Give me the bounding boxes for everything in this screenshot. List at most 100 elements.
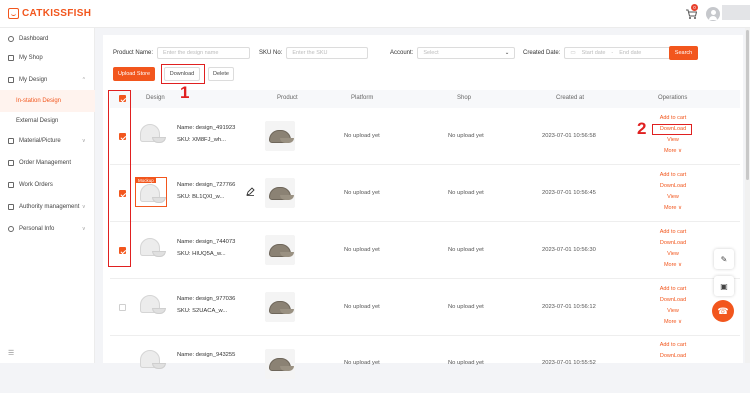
- platform-cell: No upload yet: [344, 133, 380, 139]
- download-link[interactable]: DownLoad: [653, 238, 693, 249]
- upload-store-button[interactable]: Upload Store: [113, 67, 155, 81]
- end-date-input[interactable]: End date: [619, 50, 641, 56]
- start-date-input[interactable]: Start date: [582, 50, 606, 56]
- more-link[interactable]: More ∨: [653, 203, 693, 214]
- avatar[interactable]: [706, 7, 720, 21]
- product-name-input[interactable]: Enter the design name: [157, 47, 251, 59]
- view-link[interactable]: View: [653, 306, 693, 317]
- shop-cell: No upload yet: [448, 133, 484, 139]
- table-row: Name: design_744073 SKU: HIUQ5A_w... No …: [110, 222, 740, 279]
- design-sku: SKU: S2UACA_w...: [177, 308, 228, 314]
- mockup-thumbnail[interactable]: Mockup: [135, 177, 167, 207]
- clock-icon: [8, 36, 14, 42]
- sidebar-item-authority-management[interactable]: Authority management v: [0, 196, 95, 218]
- design-name: Name: design_977036: [177, 296, 236, 302]
- sidebar-item-external-design[interactable]: External Design: [0, 110, 95, 132]
- calendar-icon: ▭: [570, 50, 576, 56]
- design-icon: [8, 77, 14, 83]
- sidebar: Dashboard My Shop My Design ^ In-station …: [0, 28, 95, 363]
- shop-cell: No upload yet: [448, 247, 484, 253]
- collapse-menu-icon[interactable]: ☰: [8, 349, 14, 357]
- lock-icon: [8, 204, 14, 210]
- sidebar-item-material-picture[interactable]: Material/Picture v: [0, 130, 95, 152]
- sku-label: SKU No:: [259, 50, 283, 56]
- table-row: Mockup Name: design_727766 SKU: BL1QXI_w…: [110, 165, 740, 222]
- col-design: Design: [146, 95, 165, 101]
- username-box[interactable]: [722, 5, 750, 20]
- more-link[interactable]: More ∨: [653, 146, 693, 157]
- add-to-cart-link[interactable]: Add to cart: [653, 227, 693, 238]
- delete-button[interactable]: Delete: [208, 67, 234, 81]
- design-thumbnail[interactable]: [138, 350, 166, 374]
- design-thumbnail[interactable]: [138, 124, 166, 148]
- view-link[interactable]: View: [653, 192, 693, 203]
- sidebar-item-label: My Design: [19, 77, 48, 83]
- sidebar-item-work-orders[interactable]: Work Orders: [0, 174, 95, 196]
- support-chat-icon[interactable]: ☎: [712, 300, 734, 322]
- add-to-cart-link[interactable]: Add to cart: [653, 113, 693, 124]
- row-operations: Add to cart DownLoad View More ∨: [653, 284, 693, 328]
- search-button[interactable]: Search: [669, 46, 698, 60]
- order-icon: [8, 160, 14, 166]
- image-icon: [8, 138, 14, 144]
- sidebar-item-label: In-station Design: [16, 98, 62, 104]
- sidebar-item-my-design[interactable]: My Design ^: [0, 69, 95, 91]
- clipboard-tool-icon[interactable]: ▣: [714, 276, 734, 296]
- chevron-down-icon: v: [82, 204, 86, 210]
- download-link[interactable]: DownLoad: [653, 295, 693, 306]
- platform-cell: No upload yet: [344, 360, 380, 366]
- shop-cell: No upload yet: [448, 360, 484, 366]
- platform-cell: No upload yet: [344, 304, 380, 310]
- scrollbar-thumb[interactable]: [746, 30, 749, 180]
- sidebar-item-order-management[interactable]: Order Management: [0, 152, 95, 174]
- brand-logo[interactable]: CATKISSFISH: [8, 8, 91, 19]
- download-link[interactable]: DownLoad: [653, 181, 693, 192]
- created-at-cell: 2023-07-01 10:56:30: [542, 247, 596, 253]
- top-bar: CATKISSFISH 0: [0, 0, 750, 28]
- sidebar-item-label: My Shop: [19, 55, 43, 61]
- created-date-label: Created Date:: [523, 50, 561, 56]
- annotation-box-row-download: [652, 124, 692, 135]
- sidebar-item-label: Personal Info: [19, 226, 55, 232]
- product-thumbnail: [265, 178, 295, 208]
- sidebar-item-label: Order Management: [19, 160, 72, 166]
- sidebar-item-label: External Design: [16, 118, 59, 124]
- col-shop: Shop: [457, 95, 472, 101]
- annotation-number-2: 2: [637, 119, 647, 138]
- design-thumbnail[interactable]: [138, 295, 166, 319]
- add-to-cart-link[interactable]: Add to cart: [653, 340, 693, 351]
- more-link[interactable]: More ∨: [653, 317, 693, 328]
- sku-input[interactable]: Enter the SKU: [286, 47, 369, 59]
- sidebar-item-label: Material/Picture: [19, 138, 61, 144]
- page-scrollbar[interactable]: [745, 28, 750, 363]
- view-link[interactable]: View: [653, 249, 693, 260]
- sidebar-item-personal-info[interactable]: Personal Info v: [0, 218, 95, 240]
- edit-pencil-icon[interactable]: [246, 187, 255, 196]
- mockup-badge: Mockup: [136, 178, 156, 183]
- more-link[interactable]: More ∨: [653, 260, 693, 271]
- date-range-picker[interactable]: ▭ Start date - End date: [564, 47, 677, 59]
- work-icon: [8, 182, 14, 188]
- sidebar-item-my-shop[interactable]: My Shop: [0, 47, 95, 69]
- edit-tool-icon[interactable]: ✎: [714, 249, 734, 269]
- download-link[interactable]: DownLoad: [653, 351, 693, 362]
- col-product: Product: [277, 95, 298, 101]
- add-to-cart-link[interactable]: Add to cart: [653, 170, 693, 181]
- sidebar-item-in-station-design[interactable]: In-station Design: [0, 90, 95, 112]
- row-checkbox[interactable]: [119, 304, 126, 311]
- product-thumbnail: [265, 349, 295, 379]
- logo-icon: [8, 8, 19, 19]
- cart-count-badge: 0: [691, 4, 698, 11]
- design-thumbnail[interactable]: [138, 238, 166, 262]
- view-link[interactable]: View: [653, 135, 693, 146]
- col-platform: Platform: [351, 95, 374, 101]
- account-select[interactable]: Select ⌄: [417, 47, 516, 59]
- add-to-cart-link[interactable]: Add to cart: [653, 284, 693, 295]
- product-thumbnail: [265, 235, 295, 265]
- account-label: Account:: [390, 50, 414, 56]
- design-name: Name: design_943255: [177, 352, 236, 358]
- design-sku: SKU: XM8FJ_wh...: [177, 137, 226, 143]
- sku-filter: SKU No: Enter the SKU: [259, 47, 369, 59]
- chevron-down-icon: ⌄: [504, 50, 510, 56]
- product-thumbnail: [265, 121, 295, 151]
